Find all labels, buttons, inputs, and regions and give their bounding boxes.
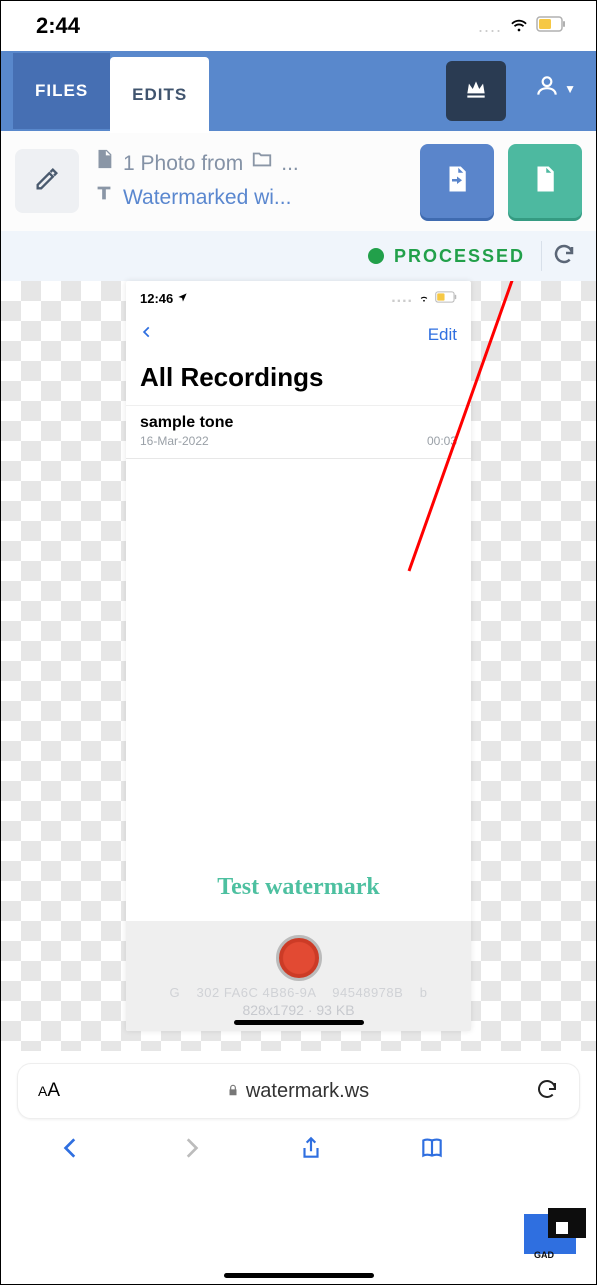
browser-back-button[interactable] bbox=[58, 1135, 84, 1166]
wifi-icon bbox=[508, 13, 530, 40]
url-display[interactable]: watermark.ws bbox=[226, 1080, 369, 1103]
home-indicator bbox=[224, 1273, 374, 1278]
user-menu-button[interactable]: ▼ bbox=[534, 73, 576, 104]
preview-status-bar: 12:46 .... bbox=[126, 281, 471, 315]
status-bar-row: PROCESSED bbox=[1, 231, 596, 281]
preview-area: 12:46 .... Edit All Recordings sample to… bbox=[1, 281, 596, 1051]
preview-edit-link: Edit bbox=[428, 325, 457, 345]
refresh-button[interactable] bbox=[552, 242, 580, 270]
preview-home-indicator bbox=[234, 1020, 364, 1025]
watermark-text: Test watermark bbox=[126, 874, 471, 901]
corner-badge: GAD bbox=[516, 1208, 586, 1262]
share-icon bbox=[298, 1148, 324, 1165]
file-info: 1 Photo from ... Watermarked wi... bbox=[93, 147, 406, 214]
bookmarks-button[interactable] bbox=[419, 1135, 445, 1166]
svg-text:GAD: GAD bbox=[534, 1250, 555, 1260]
status-time: 2:44 bbox=[36, 13, 80, 39]
status-dot-icon bbox=[368, 248, 384, 264]
reload-button[interactable] bbox=[535, 1077, 559, 1106]
status-indicators: .... bbox=[478, 13, 566, 40]
safari-address-bar[interactable]: AA watermark.ws bbox=[17, 1063, 580, 1119]
text-size-button[interactable]: AA bbox=[38, 1080, 60, 1102]
preview-cell-icon: .... bbox=[391, 289, 413, 307]
lock-icon bbox=[226, 1080, 240, 1103]
folder-icon bbox=[251, 147, 273, 181]
preview-footer: G 302 FA6C 4B86-9A 94548978B b 828x1792 … bbox=[126, 921, 471, 1031]
preview-time: 12:46 bbox=[140, 291, 173, 306]
preview-wifi-icon bbox=[417, 290, 431, 307]
file-line1: 1 Photo from bbox=[123, 147, 243, 181]
download-button[interactable] bbox=[508, 144, 582, 218]
preview-list-item: sample tone 16-Mar-2022 00:03 bbox=[126, 405, 471, 459]
ios-status-bar: 2:44 .... bbox=[1, 1, 596, 51]
preview-item-duration: 00:03 bbox=[427, 434, 457, 448]
user-icon bbox=[534, 73, 560, 104]
location-icon bbox=[177, 291, 188, 306]
share-button[interactable] bbox=[298, 1135, 324, 1166]
browser-forward-button bbox=[178, 1135, 204, 1166]
preview-battery-icon bbox=[435, 291, 457, 306]
cellular-dots-icon: .... bbox=[478, 16, 502, 37]
watermark-label: Watermarked wi... bbox=[123, 181, 291, 215]
file-arrow-icon bbox=[442, 164, 472, 199]
preview-meta-2: 828x1792 · 93 KB bbox=[242, 1002, 354, 1018]
chevron-left-icon bbox=[58, 1148, 84, 1165]
processed-label: PROCESSED bbox=[394, 246, 525, 267]
preview-image[interactable]: 12:46 .... Edit All Recordings sample to… bbox=[126, 281, 471, 1031]
preview-title: All Recordings bbox=[126, 354, 471, 405]
crown-icon bbox=[463, 76, 489, 107]
file-line1-suffix: ... bbox=[281, 147, 299, 181]
app-header: FILES EDITS ▼ bbox=[1, 51, 596, 131]
chevron-down-icon: ▼ bbox=[564, 82, 576, 96]
reload-icon bbox=[535, 1088, 559, 1105]
tab-edits[interactable]: EDITS bbox=[110, 57, 209, 133]
text-icon bbox=[93, 181, 115, 215]
book-icon bbox=[419, 1148, 445, 1165]
refresh-icon bbox=[552, 253, 576, 270]
tab-files[interactable]: FILES bbox=[13, 53, 110, 129]
edit-button[interactable] bbox=[15, 149, 79, 213]
battery-icon bbox=[536, 16, 566, 37]
export-button[interactable] bbox=[420, 144, 494, 218]
preview-item-date: 16-Mar-2022 bbox=[140, 434, 233, 448]
edit-toolbar: 1 Photo from ... Watermarked wi... bbox=[1, 131, 596, 231]
chevron-right-icon bbox=[178, 1148, 204, 1165]
preview-back-icon bbox=[140, 321, 154, 348]
preview-meta-1: G 302 FA6C 4B86-9A 94548978B b bbox=[170, 985, 428, 1000]
file-download-icon bbox=[530, 164, 560, 199]
preview-item-name: sample tone bbox=[140, 414, 233, 432]
premium-button[interactable] bbox=[446, 61, 506, 121]
record-button-icon bbox=[276, 935, 322, 981]
preview-nav: Edit bbox=[126, 315, 471, 354]
image-file-icon bbox=[93, 147, 115, 181]
pencil-icon bbox=[33, 165, 61, 198]
safari-toolbar bbox=[1, 1127, 596, 1170]
domain-text: watermark.ws bbox=[246, 1080, 369, 1103]
